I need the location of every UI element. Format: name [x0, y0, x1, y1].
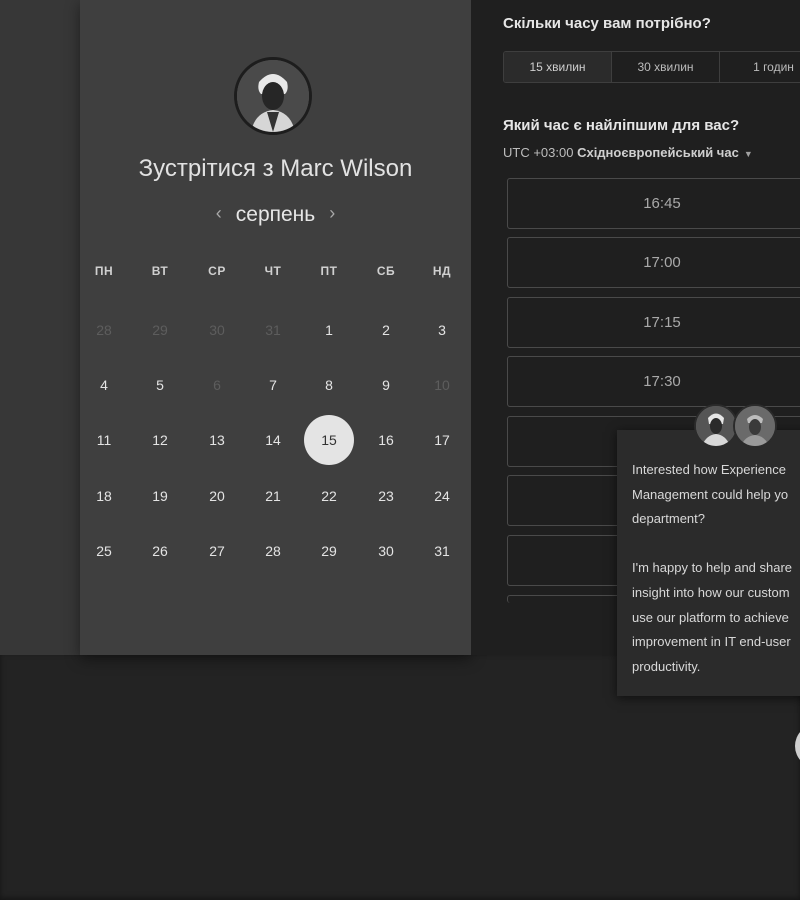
calendar-day[interactable]: 12: [140, 430, 180, 450]
person-portrait-icon: [237, 60, 309, 132]
calendar-day[interactable]: 16: [366, 430, 406, 450]
calendar-day: 28: [96, 322, 112, 338]
calendar-day[interactable]: 27: [197, 541, 237, 561]
calendar-day[interactable]: 29: [309, 541, 349, 561]
person-portrait-icon: [696, 406, 736, 446]
calendar-day[interactable]: 30: [366, 541, 406, 561]
calendar-day[interactable]: 1: [309, 320, 349, 340]
calendar-card: Зустрітися з Marc Wilson ‹ серпень › ПН ВТ С…: [80, 0, 471, 655]
duration-option-15[interactable]: 15 хвилин: [504, 52, 612, 82]
chat-message: Interested how Experience Management cou…: [632, 462, 793, 674]
calendar-day[interactable]: 13: [197, 430, 237, 450]
prev-month-icon[interactable]: ‹: [216, 203, 222, 224]
timezone-selector[interactable]: UTC +03:00 Східноєвропейський час ▼: [503, 145, 753, 160]
page-background-left: [0, 0, 80, 655]
host-avatar: [234, 57, 312, 135]
timezone-name: Східноєвропейський час: [577, 145, 739, 160]
timezone-offset: UTC +03:00: [503, 145, 574, 160]
calendar-day: 30: [209, 322, 225, 338]
calendar-day[interactable]: 8: [309, 375, 349, 395]
time-slot-button[interactable]: 16:45: [507, 178, 800, 229]
next-month-icon[interactable]: ›: [329, 203, 335, 224]
chat-popup[interactable]: Interested how Experience Management cou…: [617, 430, 800, 696]
calendar-day[interactable]: 31: [422, 541, 462, 561]
calendar-day[interactable]: 17: [422, 430, 462, 450]
weekday-label: СБ: [376, 264, 396, 278]
weekday-label: ЧТ: [264, 264, 282, 278]
calendar-day[interactable]: 26: [140, 541, 180, 561]
calendar-day[interactable]: 28: [253, 541, 293, 561]
time-slot-button[interactable]: 17:15: [507, 297, 800, 348]
calendar-day[interactable]: 3: [422, 320, 462, 340]
weekday-label: ПН: [94, 264, 114, 278]
duration-question: Скільки часу вам потрібно?: [503, 15, 711, 32]
calendar-day: 31: [265, 322, 281, 338]
month-navigator: ‹ серпень ›: [80, 203, 471, 227]
duration-option-60[interactable]: 1 годин: [720, 52, 800, 82]
agent-avatar-1: [694, 404, 738, 448]
calendar-day: 29: [152, 322, 168, 338]
weekday-label: ВТ: [151, 264, 169, 278]
calendar-day: 6: [213, 377, 221, 393]
calendar-day[interactable]: 14: [253, 430, 293, 450]
calendar-day[interactable]: 21: [253, 486, 293, 506]
selected-day[interactable]: 15: [304, 415, 354, 465]
weekday-label: НД: [432, 264, 452, 278]
calendar-day[interactable]: 11: [84, 430, 124, 450]
calendar-day[interactable]: 19: [140, 486, 180, 506]
calendar-day: 10: [434, 377, 450, 393]
calendar-day[interactable]: 9: [366, 375, 406, 395]
calendar-day[interactable]: 2: [366, 320, 406, 340]
caret-down-icon: ▼: [743, 149, 753, 159]
duration-option-30[interactable]: 30 хвилин: [612, 52, 720, 82]
calendar-day[interactable]: 24: [422, 486, 462, 506]
agent-avatar-2: [733, 404, 777, 448]
time-slot-button[interactable]: 17:30: [507, 356, 800, 407]
weekday-label: СР: [208, 264, 226, 278]
month-label: серпень: [235, 203, 316, 226]
calendar-day[interactable]: 23: [366, 486, 406, 506]
time-slot-button[interactable]: 17:00: [507, 237, 800, 288]
person-portrait-icon: [735, 406, 775, 446]
calendar-day[interactable]: 20: [197, 486, 237, 506]
calendar-day[interactable]: 7: [253, 375, 293, 395]
weekday-label: ПТ: [320, 264, 338, 278]
time-question: Який час є найліпшим для вас?: [503, 117, 740, 134]
calendar-day[interactable]: 22: [309, 486, 349, 506]
calendar-day[interactable]: 4: [84, 375, 124, 395]
duration-selector: 15 хвилин 30 хвилин 1 годин: [503, 51, 800, 83]
meeting-title: Зустрітися з Marc Wilson: [138, 155, 413, 182]
calendar-day[interactable]: 25: [84, 541, 124, 561]
calendar-day[interactable]: 5: [140, 375, 180, 395]
calendar-day[interactable]: 18: [84, 486, 124, 506]
